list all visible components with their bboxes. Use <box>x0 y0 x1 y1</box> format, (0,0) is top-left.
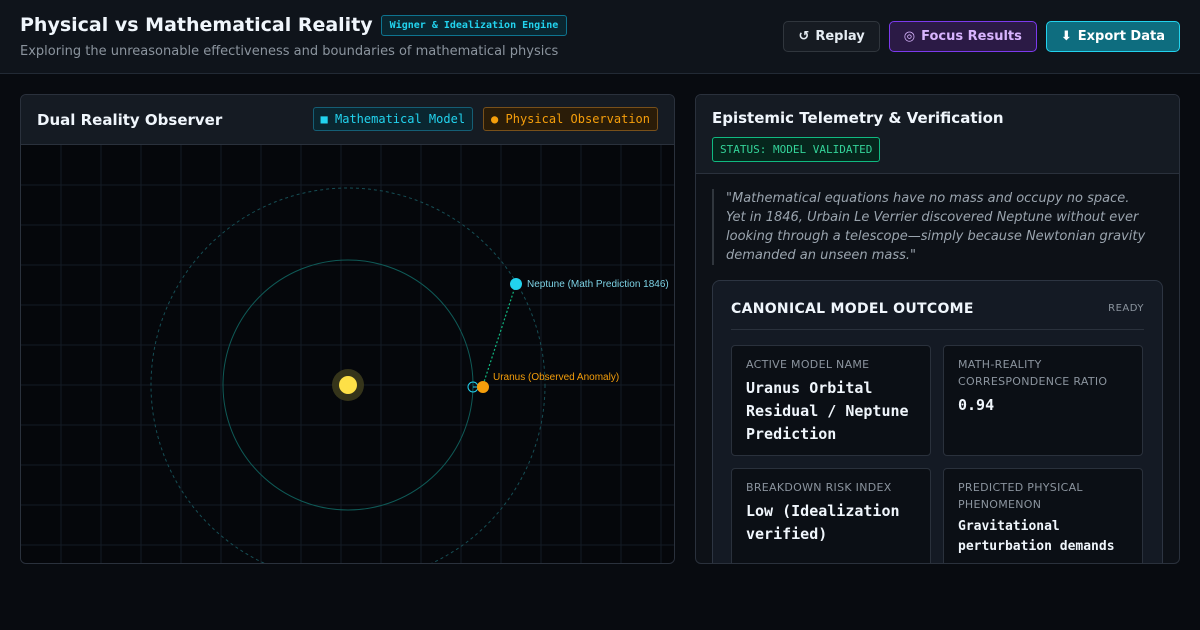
uranus-planet[interactable] <box>477 381 489 393</box>
status-badge: STATUS: MODEL VALIDATED <box>712 137 881 162</box>
card-label: Predicted Physical Phenomenon <box>958 481 1083 511</box>
header-actions: ↺ Replay ◎ Focus Results ⬇ Export Data <box>783 21 1180 52</box>
target-icon: ◎ <box>903 29 916 44</box>
orbit-canvas[interactable]: Neptune (Math Prediction 1846) Uranus (O… <box>21 145 674 563</box>
replay-icon: ↺ <box>798 29 810 44</box>
legend-physical-observation[interactable]: ● Physical Observation <box>483 107 658 131</box>
replay-button-label: Replay <box>815 29 865 44</box>
orbit-visualization: Neptune (Math Prediction 1846) Uranus (O… <box>21 145 674 563</box>
dual-reality-observer-panel: Dual Reality Observer ■ Mathematical Mod… <box>20 94 675 564</box>
observer-legend: ■ Mathematical Model ● Physical Observat… <box>312 107 658 131</box>
grid <box>21 145 674 563</box>
telemetry-panel-header: Epistemic Telemetry & Verification STATU… <box>696 95 1179 174</box>
title-row: Physical vs Mathematical Reality Wigner … <box>20 14 568 36</box>
correspondence-ratio-card: Math-Reality Correspondence Ratio 0.94 <box>943 345 1143 456</box>
focus-results-button-label: Focus Results <box>921 29 1022 44</box>
observer-panel-header: Dual Reality Observer ■ Mathematical Mod… <box>21 95 674 145</box>
neptune-planet[interactable] <box>510 278 522 290</box>
legend-mathematical-model[interactable]: ■ Mathematical Model <box>312 107 474 131</box>
outcome-state-badge: READY <box>1108 303 1144 314</box>
page-subtitle: Exploring the unreasonable effectiveness… <box>20 44 559 59</box>
uranus-label: Uranus (Observed Anomaly) <box>493 372 619 383</box>
outcome-title: CANONICAL MODEL OUTCOME <box>731 301 974 317</box>
epistemic-telemetry-panel: Epistemic Telemetry & Verification STATU… <box>695 94 1180 564</box>
export-data-button[interactable]: ⬇ Export Data <box>1045 21 1180 52</box>
outcome-header: CANONICAL MODEL OUTCOME READY <box>731 301 1144 330</box>
export-data-button-label: Export Data <box>1077 29 1165 44</box>
card-value: 0.94 <box>958 396 995 414</box>
predicted-phenomenon-card: Predicted Physical Phenomenon Gravitatio… <box>943 468 1143 563</box>
app-header: Physical vs Mathematical Reality Wigner … <box>0 0 1200 74</box>
card-label: Breakdown Risk Index <box>746 481 892 494</box>
card-label: Math-Reality Correspondence Ratio <box>958 358 1108 388</box>
neptune-label: Neptune (Math Prediction 1846) <box>527 279 669 290</box>
card-value: Low (Idealization verified) <box>746 502 900 543</box>
focus-results-button[interactable]: ◎ Focus Results <box>888 21 1037 52</box>
card-label: Active Model Name <box>746 358 870 371</box>
perturbation-vector <box>482 283 517 386</box>
download-icon: ⬇ <box>1060 29 1072 44</box>
active-model-name-card: Active Model Name Uranus Orbital Residua… <box>731 345 931 456</box>
observer-panel-title: Dual Reality Observer <box>37 111 223 129</box>
engine-badge: Wigner & Idealization Engine <box>380 14 568 36</box>
wigner-quote: "Mathematical equations have no mass and… <box>712 189 1152 265</box>
sun[interactable] <box>339 376 357 394</box>
card-value: Gravitational perturbation demands <box>958 519 1115 554</box>
card-value: Uranus Orbital Residual / Neptune Predic… <box>746 379 909 443</box>
breakdown-risk-card: Breakdown Risk Index Low (Idealization v… <box>731 468 931 563</box>
replay-button[interactable]: ↺ Replay <box>783 21 880 52</box>
telemetry-panel-title: Epistemic Telemetry & Verification <box>712 109 1004 127</box>
canonical-model-outcome: CANONICAL MODEL OUTCOME READY Active Mod… <box>712 280 1163 563</box>
page-title: Physical vs Mathematical Reality <box>20 14 373 36</box>
